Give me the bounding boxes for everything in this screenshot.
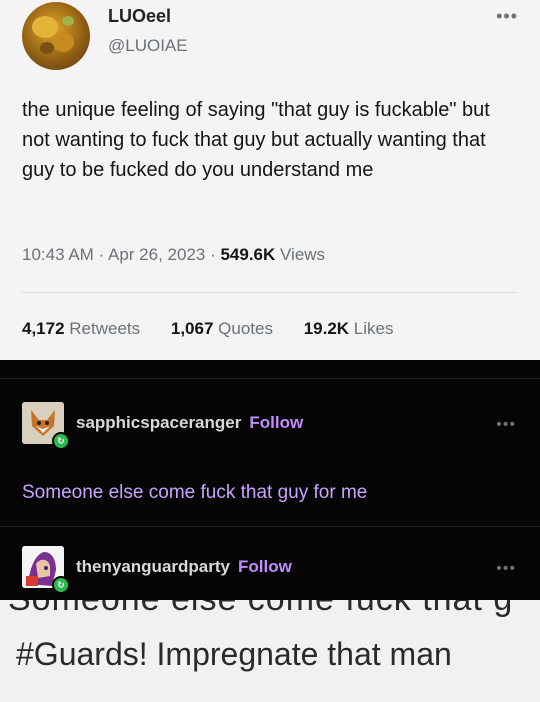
- likes-count: 19.2K: [303, 319, 350, 338]
- tweet-date[interactable]: Apr 26, 2023: [108, 245, 205, 264]
- divider: [22, 292, 518, 293]
- post-body: Someone else come fuck that guy for me: [22, 482, 368, 503]
- username[interactable]: thenyanguardparty: [76, 557, 230, 576]
- more-options-icon[interactable]: •••: [496, 416, 516, 434]
- tweet-text: the unique feeling of saying "that guy i…: [22, 99, 490, 181]
- tweet-card: LUOeel @LUOIAE ••• the unique feeling of…: [0, 0, 540, 360]
- post-continuation: Someone else come fuck that g #Guards! I…: [0, 600, 540, 702]
- views-count: 549.6K: [220, 245, 276, 264]
- likes-label: Likes: [349, 319, 394, 338]
- retweets-label: Retweets: [64, 319, 141, 338]
- more-options-icon[interactable]: •••: [496, 6, 518, 27]
- refresh-badge-icon: ↻: [52, 576, 70, 594]
- post-author: thenyanguardparty Follow: [76, 557, 292, 577]
- username[interactable]: sapphicspaceranger: [76, 413, 241, 432]
- divider: [0, 526, 540, 527]
- follow-button[interactable]: Follow: [249, 413, 303, 432]
- quotes-label: Quotes: [213, 319, 273, 338]
- tweet-handle[interactable]: @LUOIAE: [108, 36, 188, 56]
- meta-separator: ·: [93, 245, 108, 264]
- hashtag-text: #Guards! Impregnate that man: [16, 636, 452, 672]
- quotes-count: 1,067: [170, 319, 214, 338]
- retweets-stat[interactable]: 4,172 Retweets: [22, 319, 140, 338]
- tumblr-thread: ↻ sapphicspaceranger Follow ••• Someone e…: [0, 360, 540, 608]
- tweet-display-name[interactable]: LUOeel: [108, 6, 171, 27]
- quotes-stat[interactable]: 1,067 Quotes: [171, 319, 273, 338]
- cropped-text: Someone else come fuck that g: [8, 600, 513, 619]
- meta-separator: ·: [205, 245, 221, 264]
- tweet-meta: 10:43 AM · Apr 26, 2023 · 549.6K Views: [22, 245, 325, 265]
- tweet-time[interactable]: 10:43 AM: [22, 245, 94, 264]
- more-options-icon[interactable]: •••: [496, 560, 516, 578]
- divider: [0, 378, 540, 379]
- views-label: Views: [275, 245, 326, 264]
- tweet-avatar[interactable]: [22, 2, 90, 70]
- tweet-stats: 4,172 Retweets 1,067 Quotes 19.2K Likes: [22, 319, 420, 339]
- retweets-count: 4,172: [22, 319, 65, 338]
- post-author: sapphicspaceranger Follow: [76, 413, 303, 433]
- follow-button[interactable]: Follow: [238, 557, 292, 576]
- refresh-badge-icon: ↻: [52, 432, 70, 450]
- likes-stat[interactable]: 19.2K Likes: [304, 319, 394, 338]
